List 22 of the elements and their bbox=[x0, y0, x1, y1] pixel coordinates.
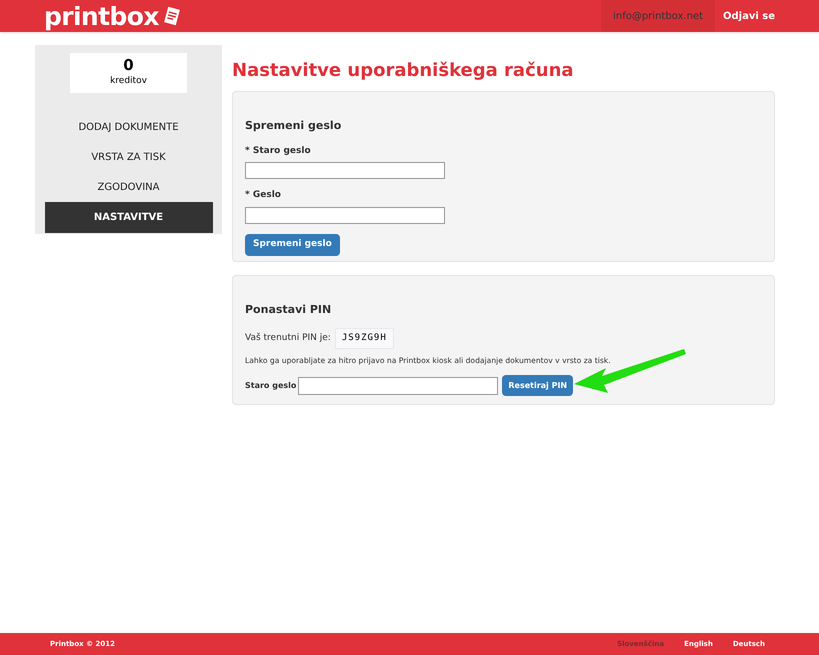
sidebar-item[interactable]: VRSTA ZA TISK bbox=[44, 142, 212, 172]
reset-pin-button[interactable]: Resetiraj PIN bbox=[502, 375, 574, 396]
field-label: * Staro geslo bbox=[245, 144, 312, 158]
pin-label: Vaš trenutni PIN je: bbox=[245, 332, 331, 344]
field-label: Staro geslo bbox=[245, 380, 296, 392]
password-field[interactable] bbox=[245, 206, 445, 224]
logo[interactable]: printbox bbox=[44, 4, 159, 28]
password-field[interactable] bbox=[298, 376, 498, 395]
credits-label: kreditov bbox=[110, 74, 147, 88]
panel-title: Spremeni geslo bbox=[245, 118, 342, 134]
sidebar-item[interactable]: ZGODOVINA bbox=[44, 172, 212, 202]
password-field[interactable] bbox=[245, 162, 445, 179]
credits-count: 0 bbox=[123, 58, 134, 73]
sidebar-item[interactable]: DODAJ DOKUMENTE bbox=[44, 112, 212, 142]
logout-link[interactable]: Odjavi se bbox=[723, 8, 775, 24]
page-title: Nastavitve uporabniškega računa bbox=[232, 59, 575, 83]
panel-title: Ponastavi PIN bbox=[245, 302, 332, 318]
change-password-button[interactable]: Spremeni geslo bbox=[245, 234, 340, 256]
field-label: * Geslo bbox=[245, 189, 282, 202]
pin-code: JS9ZG9H bbox=[334, 328, 394, 349]
email-link[interactable]: info@printbox.net bbox=[601, 0, 715, 32]
sidebar-item[interactable]: NASTAVITVE bbox=[44, 202, 212, 233]
